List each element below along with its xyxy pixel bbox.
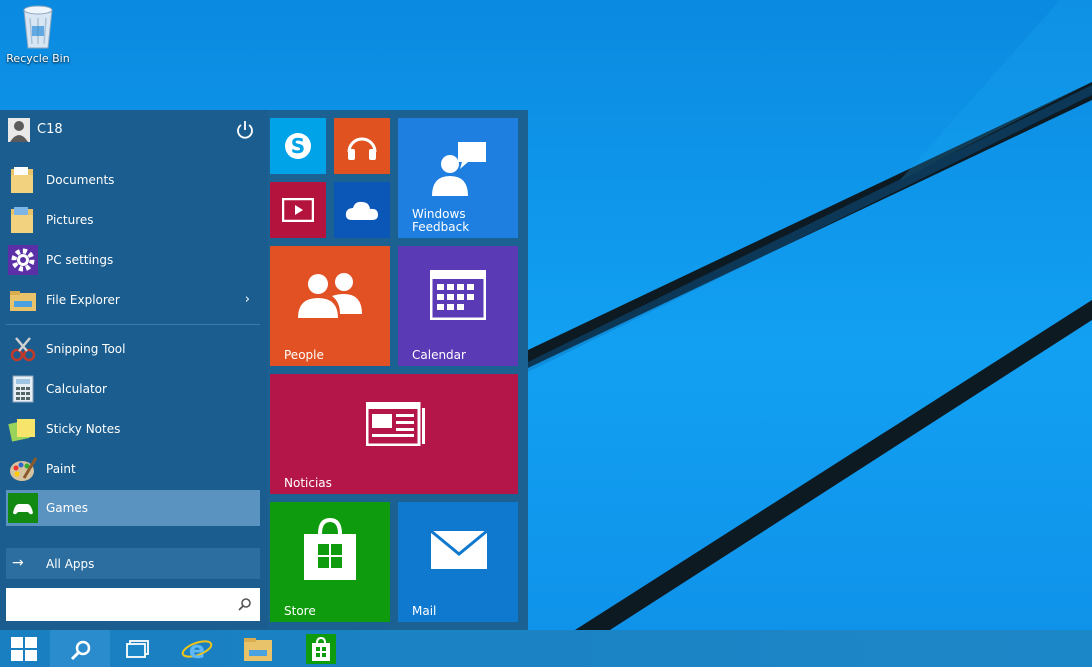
avatar <box>8 118 30 142</box>
all-apps-button[interactable]: → All Apps <box>6 548 260 579</box>
user-name: C18 <box>37 122 63 137</box>
tiles-pane: S Windows Feedback People Calendar Notic… <box>268 110 528 630</box>
search-icon[interactable] <box>238 597 252 611</box>
tile-music[interactable] <box>334 118 390 174</box>
menu-item-pictures[interactable]: Pictures <box>6 202 260 238</box>
feedback-icon <box>432 142 486 196</box>
menu-item-label: Documents <box>46 173 115 187</box>
mail-envelope-icon <box>430 530 488 569</box>
calculator-icon <box>12 375 34 403</box>
tile-onedrive[interactable] <box>334 182 390 238</box>
pictures-folder-icon <box>11 207 33 233</box>
tile-label: People <box>284 348 324 362</box>
tile-label: Windows Feedback <box>412 207 470 234</box>
menu-item-paint[interactable]: Paint <box>6 451 260 487</box>
search-input[interactable] <box>10 592 234 618</box>
svg-text:S: S <box>291 134 305 158</box>
tile-label: Store <box>284 604 316 618</box>
svg-text:e: e <box>189 636 205 664</box>
chevron-right-icon[interactable]: › <box>245 292 250 307</box>
people-icon <box>298 273 362 318</box>
tile-windows-feedback[interactable]: Windows Feedback <box>398 118 518 238</box>
menu-item-label: Games <box>46 501 88 515</box>
tile-people[interactable]: People <box>270 246 390 366</box>
menu-item-label: Sticky Notes <box>46 422 121 436</box>
tile-mail[interactable]: Mail <box>398 502 518 622</box>
recycle-bin[interactable]: Recycle Bin <box>4 4 72 65</box>
menu-item-label: File Explorer <box>46 293 120 307</box>
menu-item-games[interactable]: Games <box>6 490 260 526</box>
power-icon[interactable] <box>234 119 256 141</box>
menu-item-label: Snipping Tool <box>46 342 126 356</box>
tile-label: Noticias <box>284 476 332 490</box>
taskbar: e <box>0 630 1092 667</box>
calendar-icon <box>430 270 486 320</box>
sticky-notes-icon <box>8 419 35 442</box>
tile-video[interactable] <box>270 182 326 238</box>
divider <box>6 324 260 325</box>
gear-icon <box>8 245 38 275</box>
file-explorer-icon <box>10 291 36 311</box>
folder-icon <box>244 638 272 661</box>
menu-item-file-explorer[interactable]: File Explorer › <box>6 282 260 318</box>
paint-icon <box>10 457 38 481</box>
recycle-bin-icon <box>23 5 53 49</box>
menu-item-documents[interactable]: Documents <box>6 162 260 198</box>
video-icon <box>282 198 314 222</box>
recycle-bin-label: Recycle Bin <box>6 52 70 65</box>
tile-news[interactable]: Noticias <box>270 374 518 494</box>
tile-store[interactable]: Store <box>270 502 390 622</box>
menu-item-pc-settings[interactable]: PC settings <box>6 242 260 278</box>
news-icon <box>366 402 425 446</box>
menu-item-calculator[interactable]: Calculator <box>6 371 260 407</box>
menu-item-label: PC settings <box>46 253 114 267</box>
documents-folder-icon <box>11 167 33 193</box>
task-view-icon <box>126 640 149 658</box>
internet-explorer-button[interactable]: e <box>176 630 220 667</box>
file-explorer-button[interactable] <box>237 630 281 667</box>
snipping-tool-icon <box>10 337 36 362</box>
menu-item-label: Calculator <box>46 382 107 396</box>
search-icon <box>70 640 91 661</box>
start-menu: C18 Documents Pictures PC settings File … <box>0 110 528 630</box>
task-view-button[interactable] <box>115 630 159 667</box>
tile-skype[interactable]: S <box>270 118 326 174</box>
search-box <box>6 588 260 621</box>
skype-icon: S <box>285 133 311 159</box>
store-bag-icon <box>304 517 356 580</box>
all-apps-label: All Apps <box>46 557 95 571</box>
internet-explorer-icon: e <box>181 636 213 664</box>
start-button[interactable] <box>0 630 50 667</box>
menu-item-snipping-tool[interactable]: Snipping Tool <box>6 331 260 367</box>
games-controller-icon <box>8 493 38 523</box>
cloud-icon <box>345 201 378 220</box>
user-account[interactable]: C18 <box>6 116 260 144</box>
menu-item-label: Paint <box>46 462 76 476</box>
menu-item-sticky-notes[interactable]: Sticky Notes <box>6 411 260 447</box>
start-menu-left-pane: C18 Documents Pictures PC settings File … <box>0 110 268 630</box>
menu-item-label: Pictures <box>46 213 94 227</box>
arrow-right-icon: → <box>12 555 24 571</box>
tile-label: Mail <box>412 604 437 618</box>
user-icon <box>10 121 28 142</box>
windows-logo-icon <box>11 637 37 661</box>
tile-label: Calendar <box>412 348 466 362</box>
search-button[interactable] <box>50 630 110 667</box>
store-icon <box>306 634 336 664</box>
headphones-icon <box>347 137 377 160</box>
tile-calendar[interactable]: Calendar <box>398 246 518 366</box>
store-button[interactable] <box>300 630 344 667</box>
